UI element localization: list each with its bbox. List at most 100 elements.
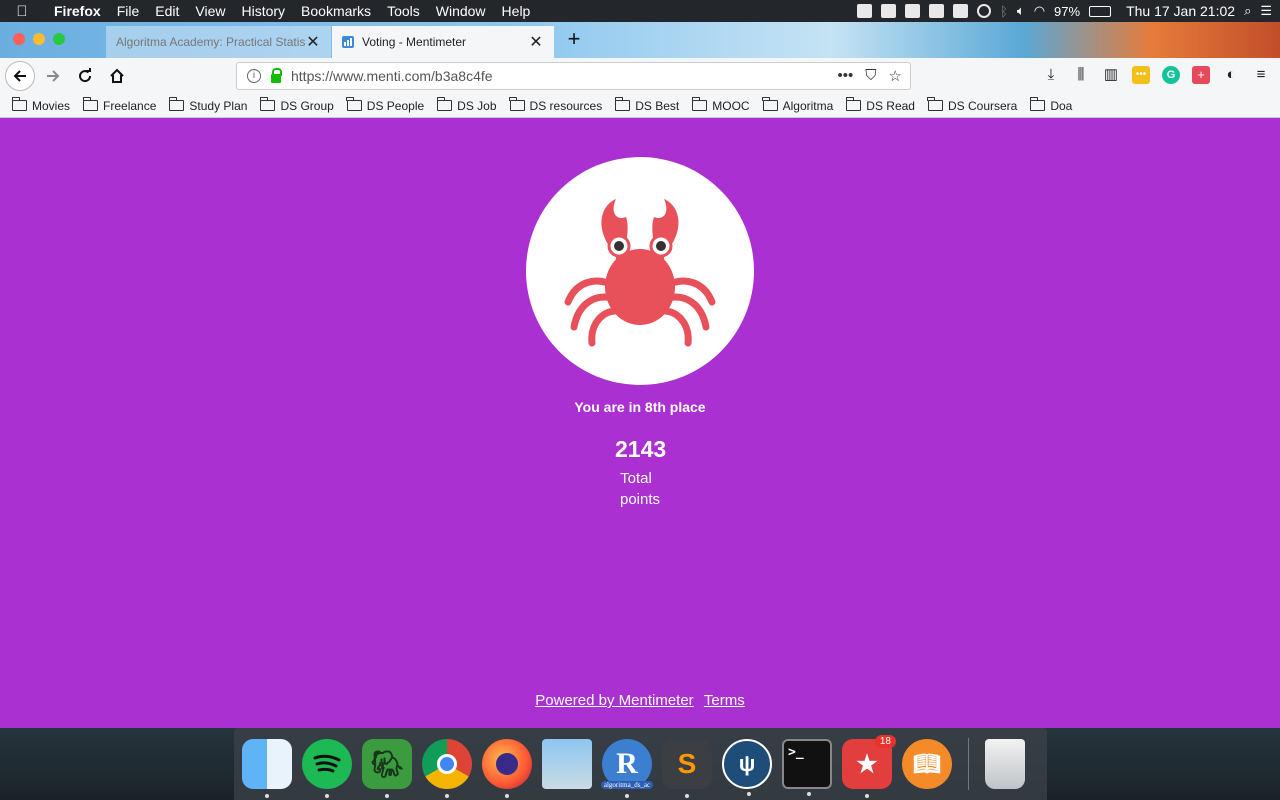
sync-tray-icon[interactable]: [977, 4, 992, 18]
bookmark-folder[interactable]: DS Job: [436, 97, 497, 113]
window-maximize-button[interactable]: [53, 33, 65, 45]
address-bar[interactable]: i https://www.menti.com/b3a8c4fe ••• ⛉ ☆: [236, 62, 911, 90]
bookmark-folder[interactable]: DS Group: [259, 97, 334, 113]
extension-red-plus-icon[interactable]: +: [1192, 66, 1210, 84]
reload-button[interactable]: [71, 62, 99, 90]
terms-link[interactable]: Terms: [704, 692, 745, 709]
menu-edit[interactable]: Edit: [147, 3, 187, 19]
bookmark-folder[interactable]: Movies: [11, 97, 70, 113]
menu-history[interactable]: History: [233, 3, 293, 19]
leaderboard-place: You are in 8th place: [574, 399, 706, 415]
mentimeter-favicon-icon: [342, 36, 354, 48]
wunderlist-icon[interactable]: ★ 18: [842, 735, 896, 798]
firefox-icon[interactable]: [482, 739, 532, 798]
bookmark-folder[interactable]: Freelance: [82, 97, 156, 113]
menu-tools[interactable]: Tools: [379, 3, 428, 19]
window-close-button[interactable]: [13, 33, 25, 45]
spotlight-search-icon[interactable]: ⌕: [1244, 3, 1251, 19]
window-minimize-button[interactable]: [33, 33, 45, 45]
downloads-icon[interactable]: ⤓: [1042, 66, 1060, 84]
tab-close-icon[interactable]: ✕: [305, 32, 321, 52]
plus-tray-icon[interactable]: [953, 4, 969, 18]
folder-icon: [691, 97, 708, 111]
bookmark-folder[interactable]: Algoritma: [762, 97, 833, 113]
vectorize-tray-icon[interactable]: [881, 4, 897, 18]
bookmark-folder[interactable]: Doa: [1029, 97, 1072, 113]
ibooks-icon[interactable]: 📖︎: [902, 739, 952, 789]
tab-voting-mentimeter[interactable]: Voting - Mentimeter ✕: [332, 26, 554, 58]
bookmark-folder[interactable]: MOOC: [691, 97, 750, 113]
spotify-icon[interactable]: [302, 739, 352, 798]
frame-tray-icon[interactable]: [905, 4, 921, 18]
grammarly-icon[interactable]: G: [1162, 66, 1180, 84]
running-indicator: [807, 792, 811, 796]
notification-center-icon[interactable]: ☰: [1260, 3, 1272, 19]
secure-lock-icon[interactable]: [271, 67, 282, 83]
folder-icon: [762, 97, 778, 111]
extension-yellow-icon[interactable]: •••: [1132, 66, 1150, 84]
volume-icon[interactable]: 🔈︎: [1017, 3, 1025, 19]
apple-menu-icon[interactable]: : [0, 3, 44, 20]
tab-close-icon[interactable]: ✕: [528, 32, 544, 52]
bookmark-label: Study Plan: [189, 98, 248, 113]
wifi-icon[interactable]: ◠: [1034, 3, 1045, 19]
bookmark-label: MOOC: [712, 98, 750, 113]
bookmarks-toolbar: Movies Freelance Study Plan DS Group DS …: [0, 94, 1280, 118]
bluetooth-icon[interactable]: ᛒ: [1000, 4, 1008, 19]
bookmark-star-icon[interactable]: ☆: [889, 67, 902, 85]
points-label-line1: Total: [620, 470, 652, 487]
folder-icon: [927, 97, 943, 111]
site-info-icon[interactable]: i: [247, 69, 261, 83]
preview-icon[interactable]: [542, 739, 592, 789]
chrome-icon[interactable]: [422, 739, 472, 798]
page-footer: Powered by Mentimeter Terms: [0, 692, 1280, 709]
library-icon[interactable]: ⫼: [1072, 66, 1090, 84]
sidebar-icon[interactable]: ▥: [1102, 66, 1120, 84]
evernote-icon[interactable]: 🐘︎: [362, 739, 412, 798]
menu-bookmarks[interactable]: Bookmarks: [293, 3, 379, 19]
notification-badge: 18: [874, 735, 896, 748]
rstudio-icon[interactable]: R algoritma_ds_ac: [600, 739, 654, 798]
powered-by-mentimeter-link[interactable]: Powered by Mentimeter: [535, 692, 693, 709]
running-indicator: [445, 794, 449, 798]
folder-icon: [509, 97, 525, 111]
tab-algoritma-academy[interactable]: Algoritma Academy: Practical Statis ✕: [106, 26, 331, 58]
battery-percent[interactable]: 97%: [1054, 4, 1080, 19]
desktop-background: 🐘︎ R algoritma_ds_ac S ψ >_ ★ 18 📖︎: [0, 728, 1280, 800]
sourcetree-icon[interactable]: ψ: [722, 739, 772, 796]
sublime-text-icon[interactable]: S: [662, 739, 712, 798]
battery-icon[interactable]: [1089, 5, 1112, 17]
url-text[interactable]: https://www.menti.com/b3a8c4fe: [291, 68, 493, 84]
bookmark-folder[interactable]: DS People: [346, 97, 424, 113]
running-indicator: [685, 794, 689, 798]
clock[interactable]: Thu 17 Jan 21:02: [1126, 3, 1235, 19]
bookmark-folder[interactable]: DS Coursera: [927, 97, 1017, 113]
finder-icon[interactable]: [242, 739, 292, 798]
new-tab-button[interactable]: +: [560, 26, 588, 54]
window-controls: [13, 33, 65, 45]
macos-dock: 🐘︎ R algoritma_ds_ac S ψ >_ ★ 18 📖︎: [234, 728, 1047, 800]
menu-app-firefox[interactable]: Firefox: [44, 3, 109, 19]
forward-button[interactable]: [39, 62, 67, 90]
hamburger-menu-icon[interactable]: ≡: [1252, 66, 1270, 84]
bookmark-label: DS Group: [280, 98, 334, 113]
menu-view[interactable]: View: [187, 3, 233, 19]
menu-file[interactable]: File: [109, 3, 148, 19]
page-actions-menu-icon[interactable]: •••: [838, 67, 854, 85]
bookmark-folder[interactable]: DS Best: [614, 97, 679, 113]
bookmark-folder[interactable]: Study Plan: [168, 97, 248, 113]
menu-help[interactable]: Help: [494, 3, 539, 19]
folder-icon: [168, 97, 185, 111]
menu-window[interactable]: Window: [428, 3, 494, 19]
grid-tray-icon[interactable]: [929, 4, 945, 18]
home-button[interactable]: [103, 62, 131, 90]
terminal-icon[interactable]: >_: [782, 739, 832, 796]
running-indicator: [325, 794, 329, 798]
evernote-web-clipper-icon[interactable]: ◐: [1222, 66, 1240, 84]
bookmark-folder[interactable]: DS resources: [509, 97, 602, 113]
evernote-tray-icon[interactable]: [857, 4, 873, 18]
pocket-icon[interactable]: ⛉: [865, 67, 876, 85]
bookmark-folder[interactable]: DS Read: [845, 97, 915, 113]
trash-icon[interactable]: [985, 739, 1025, 789]
back-button[interactable]: [5, 61, 35, 91]
